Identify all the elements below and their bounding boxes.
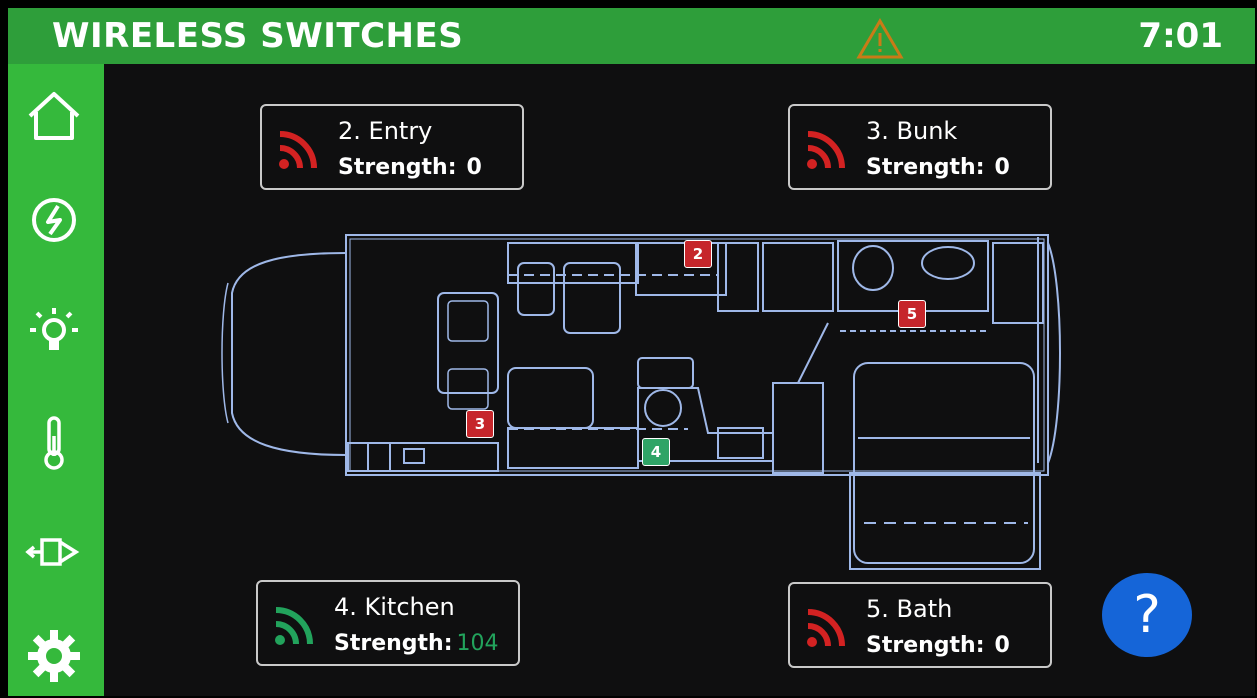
signal-icon [279,131,317,169]
screen: WIRELESS SWITCHES 7:01 2. Entry Strength… [8,8,1255,696]
switch-strength: Strength: 0 [866,154,1010,182]
switch-name: 5. Bath [866,595,953,623]
sidebar-item-power[interactable] [22,188,86,252]
sidebar-item-lights[interactable] [22,300,86,364]
home-icon [28,92,80,140]
strength-label: Strength: [866,155,985,180]
header-bar: WIRELESS SWITCHES 7:01 [8,8,1255,64]
switch-card-bunk[interactable]: 3. Bunk Strength: 0 [788,104,1052,190]
help-button[interactable]: ? [1102,573,1192,657]
clock: 7:01 [1138,16,1223,56]
floorplan-marker-kitchen[interactable]: 4 [642,438,670,466]
strength-value: 0 [466,155,482,180]
strength-label: Strength: [866,633,985,658]
floorplan-marker-bunk[interactable]: 3 [466,410,494,438]
switch-name: 4. Kitchen [334,593,455,621]
strength-label: Strength: [334,631,453,656]
thermometer-icon [44,416,64,470]
signal-icon [807,131,845,169]
signal-icon [807,609,845,647]
signal-icon [275,607,313,645]
slide-out-icon [25,538,80,566]
switch-name: 2. Entry [338,117,433,145]
lightbulb-icon [30,308,78,350]
switch-card-bath[interactable]: 5. Bath Strength: 0 [788,582,1052,668]
floorplan-marker-entry[interactable]: 2 [684,240,712,268]
strength-label: Strength: [338,155,457,180]
rv-floorplan [221,234,1061,570]
sidebar-item-climate[interactable] [22,410,86,474]
sidebar-item-slides[interactable] [22,520,86,584]
switch-strength: Strength: 0 [338,154,482,182]
warning-icon[interactable] [856,18,904,60]
strength-value: 0 [994,633,1010,658]
floorplan-marker-bath[interactable]: 5 [898,300,926,328]
switch-card-kitchen[interactable]: 4. Kitchen Strength: 104 [256,580,520,666]
switch-strength: Strength: 0 [866,632,1010,660]
strength-value: 104 [456,631,499,656]
sidebar [8,64,104,696]
switch-name: 3. Bunk [866,117,958,145]
switch-strength: Strength: 104 [334,630,499,658]
sidebar-item-home[interactable] [22,84,86,148]
sidebar-item-settings[interactable] [22,624,86,688]
switch-card-entry[interactable]: 2. Entry Strength: 0 [260,104,524,190]
strength-value: 0 [994,155,1010,180]
power-icon [32,198,76,242]
gear-icon [28,630,80,682]
page-title: WIRELESS SWITCHES [52,16,464,56]
